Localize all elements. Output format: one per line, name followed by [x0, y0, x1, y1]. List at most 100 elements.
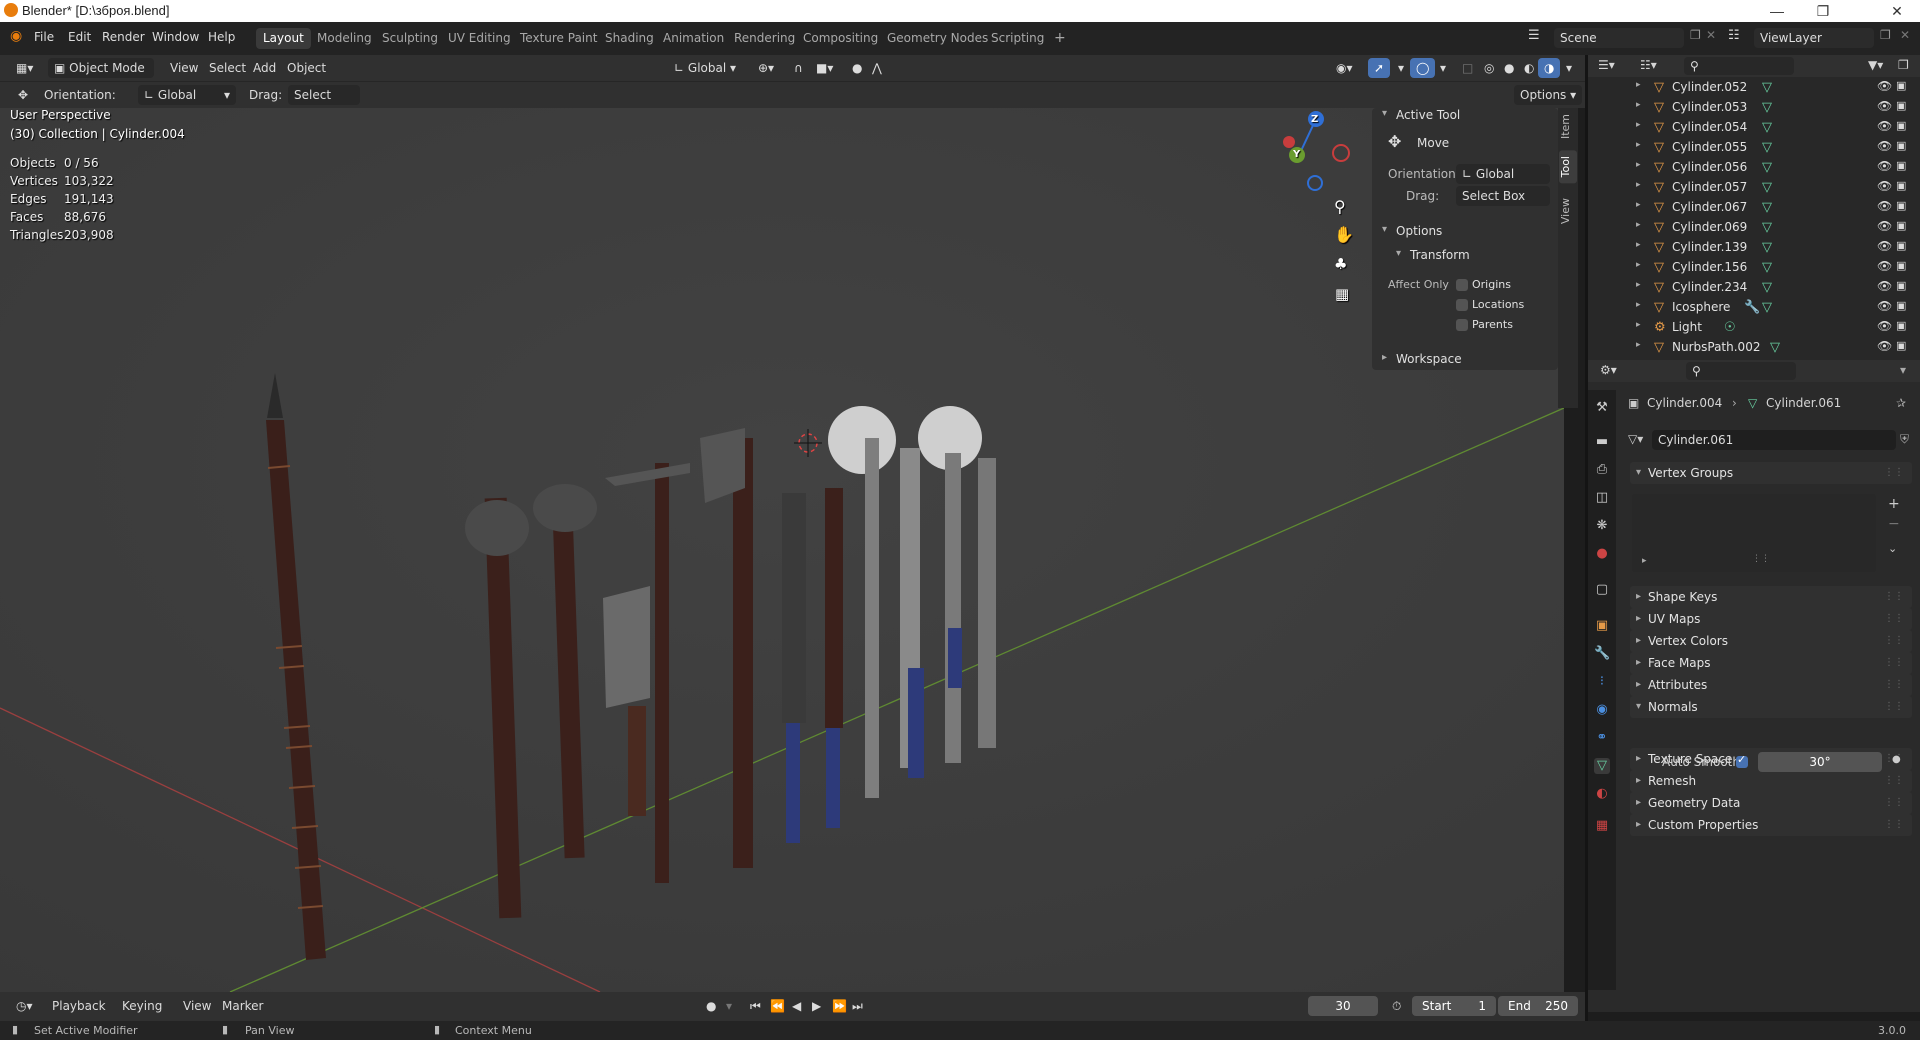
- expand-arrow-icon[interactable]: ▸: [1636, 240, 1641, 250]
- visibility-icon[interactable]: ◉▾: [1330, 58, 1359, 78]
- auto-smooth-angle-field[interactable]: 30°: [1758, 752, 1882, 772]
- play-icon[interactable]: ▶: [806, 996, 827, 1016]
- camera-render-icon[interactable]: ▣: [1896, 339, 1906, 352]
- fake-user-shield-icon[interactable]: ⛨: [1900, 432, 1909, 447]
- outliner-row[interactable]: ▸ ▽ Cylinder.057 ▽ 👁 ▣: [1588, 177, 1920, 197]
- outliner-row[interactable]: ▸ ▽ Icosphere 🔧 ▽ 👁 ▣: [1588, 297, 1920, 317]
- camera-render-icon[interactable]: ▣: [1896, 79, 1906, 92]
- panel-face-maps[interactable]: ▸ Face Maps ⋮⋮: [1630, 652, 1912, 674]
- expand-arrow-icon[interactable]: ▸: [1636, 220, 1641, 230]
- eye-visibility-icon[interactable]: 👁: [1877, 139, 1892, 153]
- menu-window[interactable]: Window: [152, 30, 199, 44]
- tab-modeling[interactable]: Modeling: [310, 28, 379, 49]
- expand-arrow-icon[interactable]: ▸: [1636, 180, 1641, 190]
- active-tool-collapse-icon[interactable]: ▾: [1382, 108, 1387, 119]
- locations-checkbox[interactable]: [1456, 299, 1468, 311]
- mesh-data-icon[interactable]: ▽: [1762, 200, 1772, 215]
- keyframe-dot-icon[interactable]: ●: [1892, 754, 1901, 765]
- expand-arrow-icon[interactable]: ▸: [1636, 320, 1641, 330]
- zoom-icon[interactable]: ⚲: [1334, 197, 1346, 216]
- viewport-menu-select[interactable]: Select: [203, 58, 252, 78]
- camera-render-icon[interactable]: ▣: [1896, 139, 1906, 152]
- properties-editor-type-icon[interactable]: ⚙▾: [1600, 363, 1617, 377]
- eye-visibility-icon[interactable]: 👁: [1877, 279, 1892, 293]
- scene-remove-icon[interactable]: ✕: [1706, 28, 1716, 42]
- camera-render-icon[interactable]: ▣: [1896, 319, 1906, 332]
- eye-visibility-icon[interactable]: 👁: [1877, 99, 1892, 113]
- timeline-menu-keying[interactable]: Keying: [116, 996, 168, 1016]
- outliner-search-input[interactable]: ⚲: [1684, 57, 1794, 75]
- close-window-button[interactable]: ✕: [1874, 0, 1920, 22]
- eye-visibility-icon[interactable]: 👁: [1877, 159, 1892, 173]
- drag-handle-icon[interactable]: ⋮⋮: [1884, 608, 1904, 630]
- active-tool-title[interactable]: Active Tool: [1396, 108, 1460, 122]
- vertex-groups-list[interactable]: ▸ ⋮⋮: [1632, 494, 1876, 572]
- drag-handle-icon[interactable]: ⋮⋮: [1884, 814, 1904, 836]
- tab-item[interactable]: Item: [1559, 108, 1577, 145]
- outliner-row[interactable]: ▸ ▽ Cylinder.055 ▽ 👁 ▣: [1588, 137, 1920, 157]
- tab-geometry-nodes[interactable]: Geometry Nodes: [880, 28, 995, 49]
- view-layer-tab-icon[interactable]: ◫: [1594, 490, 1610, 506]
- tab-uv-editing[interactable]: UV Editing: [441, 28, 518, 49]
- viewport-menu-object[interactable]: Object: [281, 58, 332, 78]
- pan-hand-icon[interactable]: ✋: [1334, 225, 1354, 244]
- workspace-expand-icon[interactable]: ▸: [1382, 352, 1387, 363]
- viewport-menu-add[interactable]: Add: [247, 58, 282, 78]
- transform-collapse-icon[interactable]: ▾: [1396, 248, 1401, 259]
- vertex-group-specials-icon[interactable]: ⌄: [1888, 542, 1897, 555]
- viewport-menu-view[interactable]: View: [164, 58, 204, 78]
- drag-handle-icon[interactable]: ⋮⋮: [1884, 586, 1904, 608]
- curve-data-icon[interactable]: ▽: [1770, 340, 1780, 355]
- expand-arrow-icon[interactable]: ▸: [1636, 200, 1641, 210]
- eye-visibility-icon[interactable]: 👁: [1877, 79, 1892, 93]
- particles-tab-icon[interactable]: ⁝: [1594, 674, 1610, 690]
- tab-sculpting[interactable]: Sculpting: [375, 28, 445, 49]
- outliner-row[interactable]: ▸ ▽ Cylinder.053 ▽ 👁 ▣: [1588, 97, 1920, 117]
- timeline-menu-marker[interactable]: Marker: [216, 996, 269, 1016]
- timeline-menu-playback[interactable]: Playback: [46, 996, 112, 1016]
- outliner-editor-type-icon[interactable]: ☰▾: [1598, 58, 1615, 72]
- end-frame-field[interactable]: End 250: [1498, 996, 1578, 1016]
- mesh-data-icon[interactable]: ▽: [1762, 120, 1772, 135]
- options-collapse-icon[interactable]: ▾: [1382, 224, 1387, 235]
- mesh-data-icon[interactable]: ▽: [1762, 180, 1772, 195]
- modifier-wrench-icon[interactable]: 🔧: [1594, 646, 1610, 662]
- gizmo-dropdown-icon[interactable]: ▾: [1392, 58, 1410, 78]
- panel-attributes[interactable]: ▸ Attributes ⋮⋮: [1630, 674, 1912, 696]
- current-frame-field[interactable]: 30: [1308, 996, 1378, 1016]
- mode-selector[interactable]: ▣ Object Mode ▾: [48, 58, 154, 95]
- add-workspace-button[interactable]: +: [1047, 28, 1073, 49]
- eye-visibility-icon[interactable]: 👁: [1877, 219, 1892, 233]
- xray-icon[interactable]: □: [1456, 58, 1479, 78]
- mesh-data-icon[interactable]: ▽: [1762, 300, 1772, 315]
- tab-view[interactable]: View: [1559, 192, 1577, 230]
- expand-arrow-icon[interactable]: ▸: [1636, 280, 1641, 290]
- overlay-dropdown-icon[interactable]: ▾: [1434, 58, 1452, 78]
- view-layer-selector[interactable]: ViewLayer: [1754, 28, 1874, 48]
- proportional-falloff-icon[interactable]: ⋀: [866, 58, 888, 78]
- expand-arrow-icon[interactable]: ▸: [1636, 80, 1641, 90]
- panel-remesh[interactable]: ▸ Remesh ⋮⋮: [1630, 770, 1912, 792]
- auto-smooth-checkbox[interactable]: ✓: [1736, 753, 1748, 768]
- properties-options-icon[interactable]: ▾: [1900, 363, 1906, 377]
- tool-tab-icon[interactable]: ⚒: [1594, 400, 1610, 416]
- menu-edit[interactable]: Edit: [68, 30, 91, 44]
- options-title[interactable]: Options: [1396, 224, 1442, 238]
- camera-render-icon[interactable]: ▣: [1896, 219, 1906, 232]
- mesh-data-icon[interactable]: ▽: [1762, 240, 1772, 255]
- outliner-row[interactable]: ▸ ▽ Cylinder.067 ▽ 👁 ▣: [1588, 197, 1920, 217]
- new-collection-icon[interactable]: ❐: [1898, 58, 1909, 72]
- eye-visibility-icon[interactable]: 👁: [1877, 259, 1892, 273]
- expand-arrow-icon[interactable]: ▸: [1636, 340, 1641, 350]
- eye-visibility-icon[interactable]: 👁: [1877, 199, 1892, 213]
- minimize-button[interactable]: —: [1754, 0, 1800, 22]
- collection-tab-icon[interactable]: ▢: [1594, 582, 1610, 598]
- drag-handle-icon[interactable]: ⋮⋮: [1884, 462, 1904, 484]
- mesh-browse-icon[interactable]: ▽▾: [1628, 432, 1643, 446]
- outliner-row[interactable]: ▸ ▽ Cylinder.054 ▽ 👁 ▣: [1588, 117, 1920, 137]
- outliner-row[interactable]: ▸ ▽ Cylinder.139 ▽ 👁 ▣: [1588, 237, 1920, 257]
- scene-copy-icon[interactable]: ❐: [1690, 28, 1701, 42]
- panel-vertex-groups[interactable]: ▾ Vertex Groups ⋮⋮: [1630, 462, 1912, 484]
- eye-visibility-icon[interactable]: 👁: [1877, 239, 1892, 253]
- outliner-row[interactable]: ▸ ▽ NurbsPath.002 ▽ 👁 ▣: [1588, 337, 1920, 357]
